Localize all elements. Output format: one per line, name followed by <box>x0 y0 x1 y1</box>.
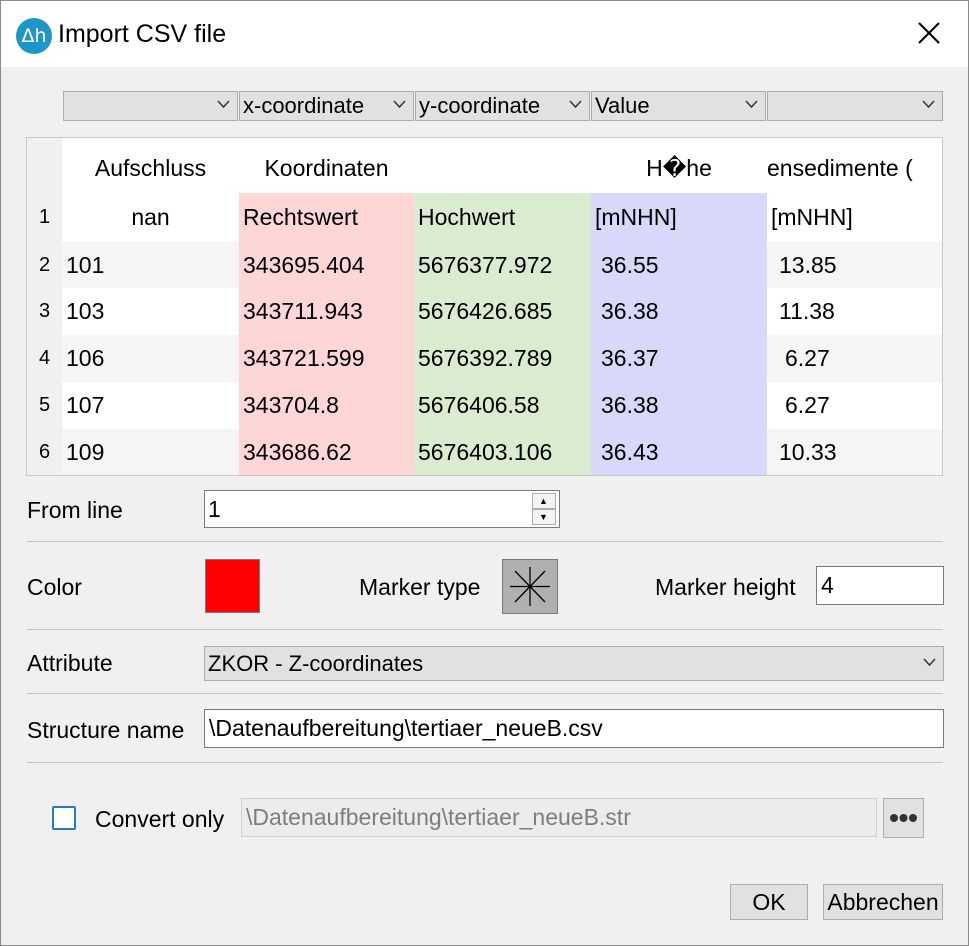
attribute-select[interactable]: ZKOR - Z-coordinates <box>204 646 944 681</box>
marker-height-label: Marker height <box>655 574 796 600</box>
close-button[interactable] <box>903 9 957 59</box>
table-column-header <box>414 138 591 193</box>
convert-output-path-input: \Datenaufbereitung\tertiaer_neueB.str <box>241 798 877 837</box>
cancel-button[interactable]: Abbrechen <box>823 884 943 920</box>
table-cell[interactable]: 5676403.106 <box>414 429 591 475</box>
table-row-number: 3 <box>27 288 62 335</box>
table-cell[interactable]: 101 <box>62 242 239 288</box>
attribute-label: Attribute <box>27 650 113 676</box>
separator <box>27 693 943 694</box>
table-cell[interactable]: 11.38 <box>767 288 942 335</box>
column-mapping-select-2[interactable]: x-coordinate <box>239 91 414 121</box>
table-cell[interactable]: 36.55 <box>591 242 767 288</box>
table-cell[interactable]: 10.33 <box>767 429 942 475</box>
spin-up-button[interactable]: ▲ <box>532 493 556 509</box>
table-column-header: Aufschluss <box>94 155 207 181</box>
table-cell[interactable]: 5676377.972 <box>414 242 591 288</box>
table-cell[interactable]: 36.43 <box>591 429 767 475</box>
column-mapping-select-3[interactable]: y-coordinate <box>415 91 590 121</box>
convert-only-label[interactable]: Convert only <box>95 806 224 833</box>
from-line-input[interactable]: 1 <box>204 490 560 528</box>
title-bar: Δh Import CSV file <box>1 1 968 67</box>
close-icon <box>918 22 940 44</box>
app-logo-icon: Δh <box>16 18 52 54</box>
attribute-value: ZKOR - Z-coordinates <box>208 651 424 676</box>
table-row-number: 6 <box>27 429 62 475</box>
marker-height-input[interactable]: 4 <box>816 566 944 605</box>
separator <box>27 762 943 763</box>
chevron-down-icon <box>393 100 406 109</box>
table-cell[interactable]: 103 <box>62 288 239 335</box>
table-cell[interactable]: 13.85 <box>767 242 942 288</box>
arrow-up-icon: ▲ <box>539 496 548 506</box>
table-cell[interactable]: Rechtswert <box>239 193 414 242</box>
table-cell[interactable]: 109 <box>62 429 239 475</box>
table-row-number: 1 <box>27 193 62 242</box>
color-swatch-button[interactable] <box>205 559 260 613</box>
structure-name-input[interactable]: \Datenaufbereitung\tertiaer_neueB.csv <box>204 709 944 748</box>
chevron-down-icon <box>745 100 758 109</box>
from-line-label: From line <box>27 497 123 523</box>
marker-type-label: Marker type <box>359 574 481 600</box>
table-cell[interactable]: 343695.404 <box>239 242 414 288</box>
separator <box>27 541 943 542</box>
chevron-down-icon <box>922 100 935 109</box>
chevron-down-icon <box>217 100 230 109</box>
table-cell[interactable]: 343686.62 <box>239 429 414 475</box>
table-cell[interactable]: [mNHN] <box>767 193 942 242</box>
separator <box>27 629 943 630</box>
column-mapping-value: Value <box>595 93 650 118</box>
table-cell[interactable]: 6.27 <box>767 382 942 429</box>
table-column-header: ensedimente ( <box>767 155 913 181</box>
asterisk-marker-icon <box>510 567 550 606</box>
browse-button[interactable] <box>883 798 924 838</box>
column-mapping-select-5[interactable] <box>767 91 943 121</box>
table-cell[interactable]: [mNHN] <box>591 193 767 242</box>
column-mapping-select-1[interactable] <box>63 91 238 121</box>
table-cell[interactable]: nan <box>62 193 239 242</box>
table-cell[interactable]: 343721.599 <box>239 335 414 382</box>
table-cell[interactable]: 36.38 <box>591 382 767 429</box>
color-label: Color <box>27 574 82 600</box>
marker-type-button[interactable] <box>502 559 558 614</box>
spin-down-button[interactable]: ▼ <box>532 509 556 525</box>
column-mapping-value: y-coordinate <box>419 93 541 118</box>
table-cell[interactable]: 343704.8 <box>239 382 414 429</box>
table-column-header: H�he <box>646 155 712 181</box>
table-cell[interactable]: 343711.943 <box>239 288 414 335</box>
table-cell[interactable]: 5676392.789 <box>414 335 591 382</box>
csv-preview-table[interactable]: Aufschluss Koordinaten H�he ensedimente ( 1 n… <box>26 137 943 476</box>
table-cell[interactable]: 36.37 <box>591 335 767 382</box>
ok-button[interactable]: OK <box>730 884 808 920</box>
dialog-title: Import CSV file <box>58 20 227 48</box>
import-csv-dialog: Δh Import CSV file x-coordinate y-coordi… <box>0 0 969 946</box>
chevron-down-icon <box>569 100 582 109</box>
column-mapping-value: x-coordinate <box>243 93 365 118</box>
arrow-down-icon: ▼ <box>539 512 548 522</box>
more-dots-icon <box>890 814 917 822</box>
table-corner <box>27 138 62 193</box>
chevron-down-icon <box>923 658 936 667</box>
column-mapping-select-4[interactable]: Value <box>591 91 766 121</box>
table-cell[interactable]: 36.38 <box>591 288 767 335</box>
convert-only-checkbox[interactable] <box>52 806 76 830</box>
table-row-number: 2 <box>27 242 62 288</box>
table-cell[interactable]: 106 <box>62 335 239 382</box>
structure-name-label: Structure name <box>27 717 185 743</box>
table-column-header: Koordinaten <box>264 155 389 181</box>
table-cell[interactable]: Hochwert <box>414 193 591 242</box>
table-row-number: 5 <box>27 382 62 429</box>
table-cell[interactable]: 6.27 <box>767 335 942 382</box>
table-cell[interactable]: 5676426.685 <box>414 288 591 335</box>
table-cell[interactable]: 5676406.58 <box>414 382 591 429</box>
table-cell[interactable]: 107 <box>62 382 239 429</box>
table-row-number: 4 <box>27 335 62 382</box>
